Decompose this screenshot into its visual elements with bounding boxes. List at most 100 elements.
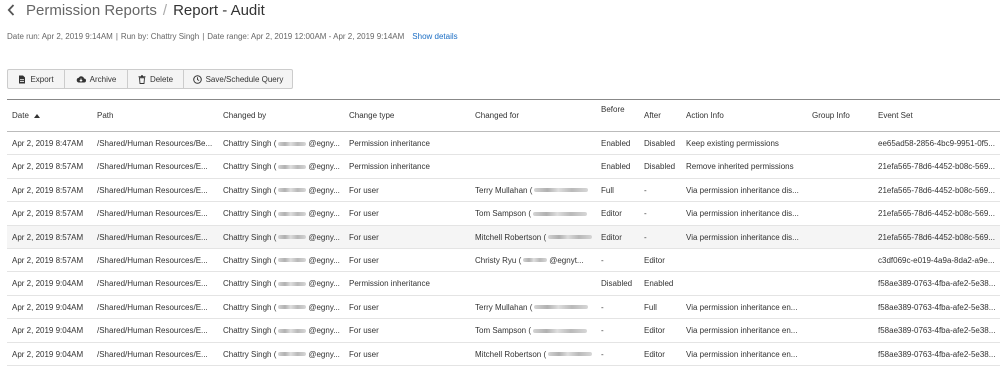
redacted-email (533, 211, 588, 216)
delete-button[interactable]: Delete (127, 69, 184, 89)
column-header-after[interactable]: After (644, 100, 661, 131)
cell-action-info: Via permission inheritance dis... (686, 232, 799, 242)
cell-after: - (644, 209, 647, 219)
column-header-before[interactable]: Before (601, 100, 625, 131)
table-row[interactable]: Apr 2, 2019 9:04AM /Shared/Human Resourc… (7, 296, 1000, 320)
file-export-icon (19, 75, 26, 83)
trash-icon (138, 74, 146, 84)
cell-before: - (601, 349, 604, 359)
table-row[interactable]: Apr 2, 2019 9:04AM /Shared/Human Resourc… (7, 319, 1000, 343)
changed-by-name: Chattry Singh ( (223, 255, 277, 265)
table-row[interactable]: Apr 2, 2019 8:57AM /Shared/Human Resourc… (7, 249, 1000, 273)
cell-before: Editor (601, 232, 622, 242)
cell-changed-by: Chattry Singh (@egny... (223, 202, 347, 225)
audit-table: Date Path Changed by Change type Changed… (7, 99, 1000, 366)
cell-action-info: Via permission inheritance en... (686, 326, 798, 336)
export-button[interactable]: Export (7, 69, 65, 89)
column-header-event-set[interactable]: Event Set (878, 100, 913, 131)
column-header-path[interactable]: Path (97, 100, 113, 131)
changed-for-name: Christy Ryu ( (475, 255, 522, 265)
changed-by-name: Chattry Singh ( (223, 349, 277, 359)
cell-change-type: Permission inheritance (349, 162, 430, 172)
cell-date: Apr 2, 2019 8:57AM (12, 232, 84, 242)
cell-date: Apr 2, 2019 8:47AM (12, 139, 84, 148)
cell-changed-by: Chattry Singh (@egny... (223, 155, 347, 178)
redacted-email (278, 188, 307, 193)
cell-path: /Shared/Human Resources/E... (97, 349, 208, 359)
changed-for-name: Terry Mullahan ( (475, 302, 533, 312)
cell-change-type: For user (349, 232, 379, 242)
redacted-email (534, 188, 589, 193)
archive-label: Archive (89, 74, 117, 84)
cell-event-set: f58ae389-0763-4fba-afe2-5e38... (878, 349, 996, 359)
changed-by-name: Chattry Singh ( (223, 209, 277, 219)
cell-event-set: f58ae389-0763-4fba-afe2-5e38... (878, 279, 996, 289)
cell-group-info (812, 343, 876, 366)
column-header-date[interactable]: Date (12, 100, 40, 131)
table-row[interactable]: Apr 2, 2019 8:57AM /Shared/Human Resourc… (7, 202, 1000, 226)
cell-after: Editor (644, 326, 665, 336)
table-row[interactable]: Apr 2, 2019 9:04AM /Shared/Human Resourc… (7, 343, 1000, 366)
column-header-action-info[interactable]: Action Info (686, 100, 724, 131)
cell-event-set: 21efa565-78d6-4452-b08c-569... (878, 209, 995, 219)
column-header-change-type[interactable]: Change type (349, 100, 394, 131)
report-meta: Date run: Apr 2, 2019 9:14AM | Run by: C… (7, 32, 458, 41)
cell-changed-for: Mitchell Robertson ( (475, 226, 599, 249)
cell-changed-for: Terry Mullahan ( (475, 179, 599, 202)
show-details-link[interactable]: Show details (412, 32, 457, 41)
cell-changed-for (475, 155, 599, 178)
redacted-email (278, 141, 307, 146)
run-by: Run by: Chattry Singh (120, 32, 200, 41)
cell-changed-by: Chattry Singh (@egny... (223, 179, 347, 202)
column-header-changed-by[interactable]: Changed by (223, 100, 266, 131)
table-row[interactable]: Apr 2, 2019 8:57AM /Shared/Human Resourc… (7, 179, 1000, 203)
delete-label: Delete (149, 74, 174, 84)
changed-by-name: Chattry Singh ( (223, 162, 277, 172)
cell-change-type: For user (349, 302, 379, 312)
cell-action-info: Via permission inheritance en... (686, 349, 798, 359)
table-row[interactable]: Apr 2, 2019 9:04AM /Shared/Human Resourc… (7, 272, 1000, 296)
cell-after: Editor (644, 349, 665, 359)
cell-action-info: Via permission inheritance en... (686, 302, 798, 312)
cell-action-info: Remove inherited permissions (686, 162, 794, 172)
cell-before: - (601, 326, 604, 336)
cell-changed-by: Chattry Singh (@egny... (223, 249, 347, 272)
save-schedule-label: Save/Schedule Query (205, 74, 284, 84)
column-header-group-info[interactable]: Group Info (812, 100, 850, 131)
cell-path: /Shared/Human Resources/E... (97, 232, 208, 242)
cell-group-info (812, 132, 876, 155)
cell-date: Apr 2, 2019 8:57AM (12, 209, 84, 219)
cell-before: Full (601, 185, 614, 195)
cell-action-info: Via permission inheritance dis... (686, 185, 799, 195)
sort-ascending-icon (33, 113, 40, 118)
cell-change-type: Permission inheritance (349, 139, 430, 148)
cell-changed-for: Christy Ryu (@egnyt... (475, 249, 599, 272)
chevron-left-icon[interactable] (7, 2, 21, 18)
table-body: Apr 2, 2019 8:47AM /Shared/Human Resourc… (7, 132, 1000, 366)
cell-path: /Shared/Human Resources/E... (97, 326, 208, 336)
redacted-email (278, 258, 307, 263)
cell-change-type: For user (349, 185, 379, 195)
column-header-changed-for[interactable]: Changed for (475, 100, 519, 131)
changed-by-name: Chattry Singh ( (223, 302, 277, 312)
cell-after: Disabled (644, 139, 676, 148)
archive-button[interactable]: Archive (64, 69, 128, 89)
cell-changed-by: Chattry Singh (@egny... (223, 343, 347, 366)
cell-event-set: 21efa565-78d6-4452-b08c-569... (878, 162, 995, 172)
redacted-email (533, 328, 588, 333)
redacted-email (548, 235, 593, 240)
table-row[interactable]: Apr 2, 2019 8:47AM /Shared/Human Resourc… (7, 132, 1000, 156)
save-schedule-query-button[interactable]: Save/Schedule Query (183, 69, 293, 89)
table-row[interactable]: Apr 2, 2019 8:57AM /Shared/Human Resourc… (7, 225, 1000, 249)
cell-action-info (686, 249, 810, 272)
cell-after: Disabled (644, 162, 676, 172)
cell-date: Apr 2, 2019 8:57AM (12, 185, 84, 195)
cell-event-set: f58ae389-0763-4fba-afe2-5e38... (878, 302, 996, 312)
cell-changed-by: Chattry Singh (@egny... (223, 296, 347, 319)
cell-event-set: ee65ad58-2856-4bc9-9951-0f5... (878, 139, 995, 148)
cell-before: Editor (601, 209, 622, 219)
table-row[interactable]: Apr 2, 2019 8:57AM /Shared/Human Resourc… (7, 155, 1000, 179)
cell-change-type: For user (349, 255, 379, 265)
breadcrumb-parent-link[interactable]: Permission Reports (26, 2, 157, 19)
cell-after: Full (644, 302, 657, 312)
